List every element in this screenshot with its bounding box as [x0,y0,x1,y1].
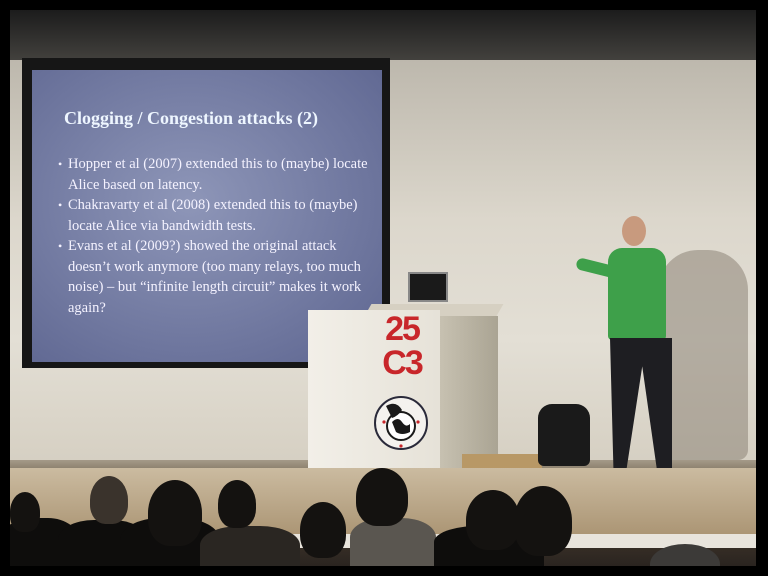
congress-logo: 25 C3 [374,312,430,380]
globe-emblem-icon [374,396,428,450]
logo-line-2: C3 [382,344,423,382]
podium-side [438,316,498,476]
speaker-head [622,216,646,246]
audience-head [218,480,256,528]
slide-bullet-list: Hopper et al (2007) extended this to (ma… [58,154,378,318]
video-frame: Clogging / Congestion attacks (2) Hopper… [10,10,756,566]
audience-head [356,468,408,526]
audience [10,460,756,566]
audience-head [90,476,128,524]
logo-line-1: 25 [385,310,421,348]
audience-head [514,486,572,556]
slide-title: Clogging / Congestion attacks (2) [64,108,319,128]
audience-head [300,502,346,558]
slide-bullet: Hopper et al (2007) extended this to (ma… [58,154,378,195]
audience-member [350,518,436,566]
audience-head [466,490,520,550]
laptop [408,272,448,302]
audience-head [10,492,40,532]
slide-bullet: Evans et al (2009?) showed the original … [58,236,378,318]
backpack [538,404,590,466]
audience-member [200,526,300,566]
audience-head [650,544,720,566]
audience-head [148,480,202,546]
slide-bullet: Chakravarty et al (2008) extended this t… [58,195,378,236]
speaker-shirt [608,248,666,340]
